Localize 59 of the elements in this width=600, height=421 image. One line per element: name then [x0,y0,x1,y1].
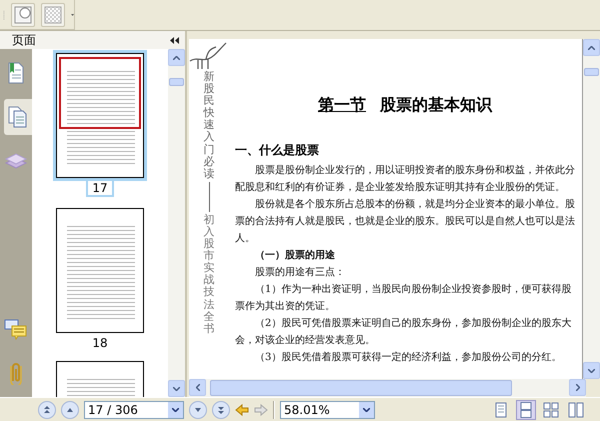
comments-icon [4,317,28,341]
paragraph: 股份就是各个股东所占总股本的份额，就是均分企业资本的最小单位。股票的合法持有人就是股民，也就是企业的股东。股民可以是自然人也可以是法人。 [235,198,575,246]
scroll-down-button[interactable] [168,380,185,397]
back-button[interactable] [235,402,249,416]
paragraph-heading: （一）股票的用途 [254,248,336,263]
page-number-label: 17 [86,181,114,197]
chevron-up-icon [173,56,180,60]
paragraph: （3）股民凭借着股票可获得一定的经济利益，参加股份公司的分红。 [254,350,562,365]
paragraph: （2）股民可凭借股票来证明自己的股东身份，参加股份制企业的股东大会，对该企业的经营发表意见。 [235,316,572,348]
left-arrow-icon [235,402,249,416]
previous-page-button[interactable] [61,400,79,418]
panel-title: 页面 [12,32,36,48]
collapse-panel-icon[interactable] [170,36,179,44]
section-number: 第一节 [318,95,366,116]
page-number-field[interactable]: 17 / 306 [84,400,184,418]
chevron-up-icon [588,46,595,50]
chevron-down-icon [172,408,179,412]
page-thumbnail[interactable] [56,208,144,333]
scroll-up-button[interactable] [583,39,600,56]
grid-pages-icon [543,402,559,418]
right-arrow-icon [254,402,268,416]
circle-page-icon [14,6,32,24]
continuous-page-button[interactable] [516,400,536,420]
chevron-down-icon [588,368,595,372]
section-title: 股票的基本知识 [380,95,492,116]
book-title: 新股民快速入门必读 [204,71,214,180]
scroll-down-button[interactable] [583,362,600,379]
stacked-pages-icon [518,402,534,418]
chevron-down-icon [173,386,180,390]
zoom-field[interactable]: 58.01% [280,400,375,418]
last-page-button[interactable] [212,400,230,418]
background-button[interactable] [40,2,65,26]
chevron-right-icon [576,384,580,391]
pages-tab[interactable] [4,99,32,135]
chevron-left-icon [196,384,200,391]
chevron-down-icon [363,408,370,412]
snapshot-button[interactable] [10,2,35,26]
scroll-thumb[interactable] [584,68,599,76]
scroll-right-button[interactable] [569,379,586,396]
checkerboard-icon [44,6,62,24]
scroll-left-button[interactable] [189,379,206,396]
book-subtitle: 初入股市实战技法全书 [204,214,214,335]
paragraph: 股票是股份制企业发行的，用以证明投资者的股东身份和权益，并依此分配股息和红利的有价证券，是企业签发给股东证明其持有企业股份的凭证。 [235,164,575,195]
facing-pages-button[interactable] [566,400,586,420]
paragraph: （1）作为一种出资证明，当股民向股份制企业投资参股时，便可获得股票作为其出资的凭证。 [235,282,572,314]
scroll-up-button[interactable] [168,49,185,66]
two-page-continuous-button[interactable] [541,400,561,420]
page-number-label: 18 [91,336,109,350]
subheading: 一、什么是股票 [235,142,320,159]
viewport-frame[interactable] [59,57,141,129]
paragraph: 股票的用途有三点： [254,266,346,280]
scroll-thumb[interactable] [169,78,184,86]
first-page-button[interactable] [38,400,56,418]
dropdown-caret-icon[interactable] [70,12,74,16]
single-page-icon [493,402,509,418]
next-page-button[interactable] [189,400,207,418]
two-columns-icon [568,402,584,418]
page-thumbnail[interactable] [56,53,144,178]
scroll-thumb[interactable] [210,380,512,396]
